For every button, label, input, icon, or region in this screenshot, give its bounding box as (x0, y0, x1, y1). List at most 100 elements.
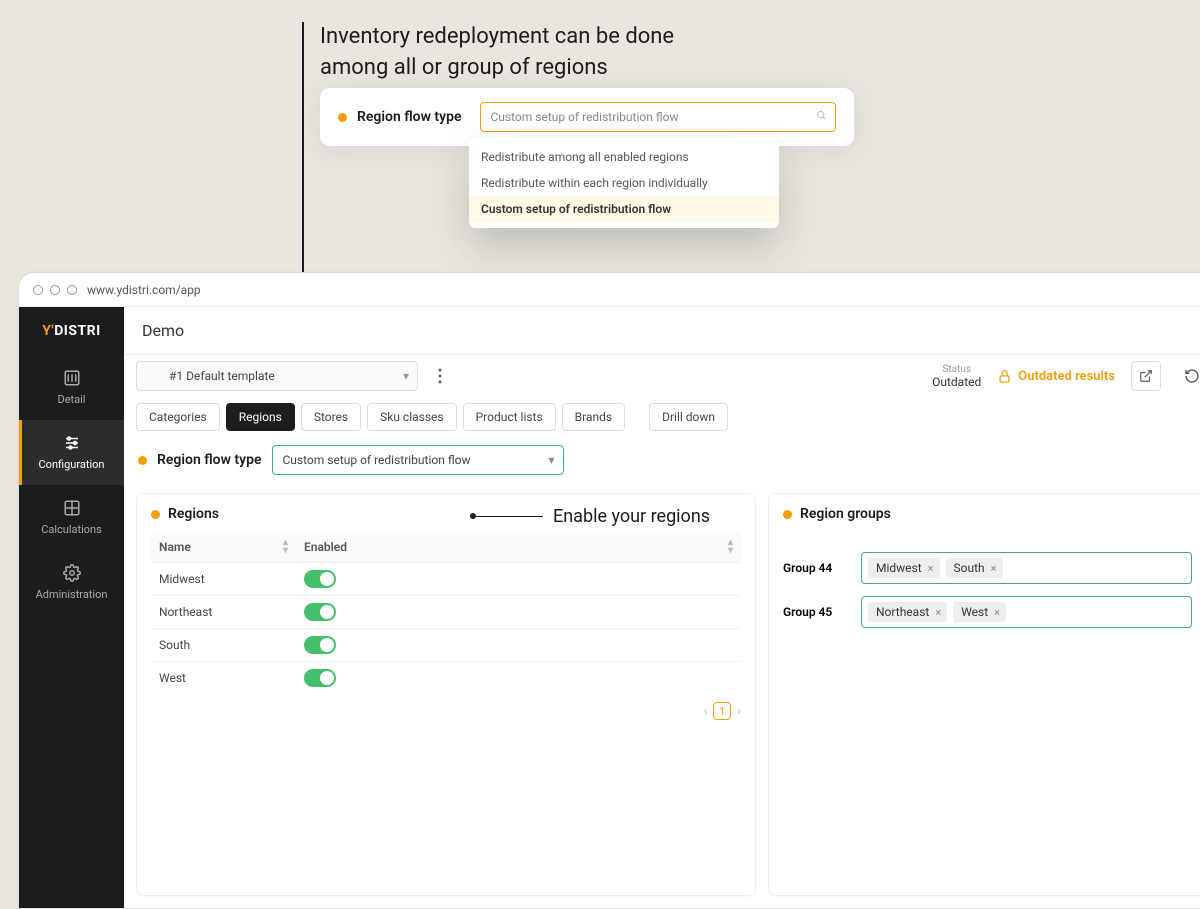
status-dot-icon (338, 113, 347, 122)
group-tag-input[interactable]: Northeast× West× (861, 596, 1192, 628)
callout-marker-icon (473, 516, 543, 517)
sidebar-item-administration[interactable]: Administration (19, 550, 124, 615)
sidebar-item-detail[interactable]: Detail (19, 355, 124, 420)
page-prev[interactable]: ‹ (704, 704, 708, 718)
sidebar-item-configuration[interactable]: Configuration (19, 420, 124, 485)
search-icon (816, 110, 827, 124)
regions-title: Regions (168, 506, 219, 522)
status-label: Status (932, 364, 981, 375)
sidebar-label: Administration (36, 588, 108, 601)
col-enabled[interactable]: Enabled▴▾ (296, 532, 741, 563)
sidebar-label: Calculations (41, 523, 102, 536)
template-menu-button[interactable] (428, 361, 452, 391)
outdated-pill: Outdated results (997, 369, 1115, 384)
region-flow-label: Region flow type (357, 109, 462, 125)
browser-chrome: www.ydistri.com/app (19, 273, 1200, 307)
status-dot-icon (138, 456, 147, 465)
group-label: Group 44 (783, 561, 847, 575)
flow-value: Custom setup of redistribution flow (283, 453, 471, 467)
tag-remove-icon[interactable]: × (926, 562, 936, 575)
region-tag: West× (953, 602, 1006, 622)
table-row: Midwest (151, 563, 741, 596)
region-name: Northeast (151, 596, 296, 629)
group-label: Group 45 (783, 605, 847, 619)
table-row: West (151, 662, 741, 695)
tab-product-lists[interactable]: Product lists (463, 403, 556, 431)
regions-table: Name▴▾ Enabled▴▾ Midwest Northeast (151, 532, 741, 694)
region-name: West (151, 662, 296, 695)
enable-toggle[interactable] (304, 570, 336, 588)
template-label: #1 Default template (169, 369, 275, 383)
region-flow-dropdown: Redistribute among all enabled regions R… (469, 138, 779, 228)
col-name[interactable]: Name▴▾ (151, 532, 296, 563)
tab-categories[interactable]: Categories (136, 403, 220, 431)
enable-toggle[interactable] (304, 636, 336, 654)
group-tag-input[interactable]: Midwest× South× (861, 552, 1192, 584)
tab-drill-down[interactable]: Drill down (649, 403, 728, 431)
callout-line2: among all or group of regions (320, 53, 674, 84)
address-bar[interactable]: www.ydistri.com/app (87, 283, 201, 297)
region-flow-select[interactable]: Custom setup of redistribution flow (480, 102, 837, 132)
table-row: Northeast (151, 596, 741, 629)
tag-remove-icon[interactable]: × (933, 606, 943, 619)
sort-icon: ▴▾ (283, 539, 288, 555)
outdated-text: Outdated results (1018, 369, 1115, 384)
grid-icon (63, 499, 81, 517)
app-sidebar: Y'DISTRI Detail Configuration Calculatio… (19, 307, 124, 908)
template-select[interactable]: #1 Default template ▾ (136, 361, 418, 391)
region-groups-panel: Region groups Group 44 Midwest× South× G… (768, 493, 1200, 896)
flow-label: Region flow type (157, 452, 262, 468)
external-link-icon (1139, 369, 1153, 383)
chevron-down-icon: ▾ (403, 369, 409, 383)
tab-stores[interactable]: Stores (301, 403, 361, 431)
dropdown-option[interactable]: Redistribute within each region individu… (469, 170, 779, 196)
enable-callout-text: Enable your regions (553, 506, 710, 527)
region-flow-placeholder: Custom setup of redistribution flow (491, 110, 679, 124)
page-next[interactable]: › (737, 704, 741, 718)
region-tag: Northeast× (868, 602, 947, 622)
page-current[interactable]: 1 (713, 702, 731, 720)
callout-line1: Inventory redeployment can be done (320, 22, 674, 53)
sliders-icon (63, 434, 81, 452)
group-row: Group 44 Midwest× South× (783, 552, 1192, 584)
tabs-row: Categories Regions Stores Sku classes Pr… (124, 397, 1200, 437)
dropdown-option-selected[interactable]: Custom setup of redistribution flow (469, 196, 779, 222)
window-controls[interactable] (33, 285, 77, 295)
sidebar-label: Detail (58, 393, 86, 406)
lock-icon (997, 369, 1012, 384)
chevron-down-icon: ▾ (548, 453, 554, 467)
page-title: Demo (124, 307, 1200, 355)
region-tag: South× (946, 558, 1003, 578)
brand-prefix: Y' (42, 323, 54, 339)
refresh-button[interactable] (1177, 361, 1200, 391)
dropdown-option[interactable]: Redistribute among all enabled regions (469, 144, 779, 170)
region-name: Midwest (151, 563, 296, 596)
gear-icon (63, 564, 81, 582)
table-row: South (151, 629, 741, 662)
sort-icon: ▴▾ (728, 539, 733, 555)
tag-remove-icon[interactable]: × (992, 606, 1002, 619)
detail-icon (63, 369, 81, 387)
status-block: Status Outdated (932, 364, 981, 389)
enable-toggle[interactable] (304, 669, 336, 687)
enable-regions-callout: Enable your regions (473, 506, 710, 527)
status-value: Outdated (932, 375, 981, 389)
open-external-button[interactable] (1131, 361, 1161, 391)
enable-toggle[interactable] (304, 603, 336, 621)
tab-sku-classes[interactable]: Sku classes (367, 403, 456, 431)
tab-regions[interactable]: Regions (226, 403, 295, 431)
group-row: Group 45 Northeast× West× (783, 596, 1192, 628)
tag-remove-icon[interactable]: × (989, 562, 999, 575)
sidebar-item-calculations[interactable]: Calculations (19, 485, 124, 550)
status-dot-icon (151, 510, 160, 519)
region-name: South (151, 629, 296, 662)
kebab-icon (438, 368, 442, 384)
region-tag: Midwest× (868, 558, 940, 578)
groups-title: Region groups (800, 506, 891, 522)
browser-window: www.ydistri.com/app Y'DISTRI Detail Conf… (18, 272, 1200, 909)
refresh-icon (1184, 368, 1200, 384)
callout-text-block: Inventory redeployment can be done among… (320, 22, 674, 84)
tab-brands[interactable]: Brands (562, 403, 625, 431)
flow-select[interactable]: Custom setup of redistribution flow ▾ (272, 445, 564, 475)
brand-logo: Y'DISTRI (19, 307, 124, 355)
